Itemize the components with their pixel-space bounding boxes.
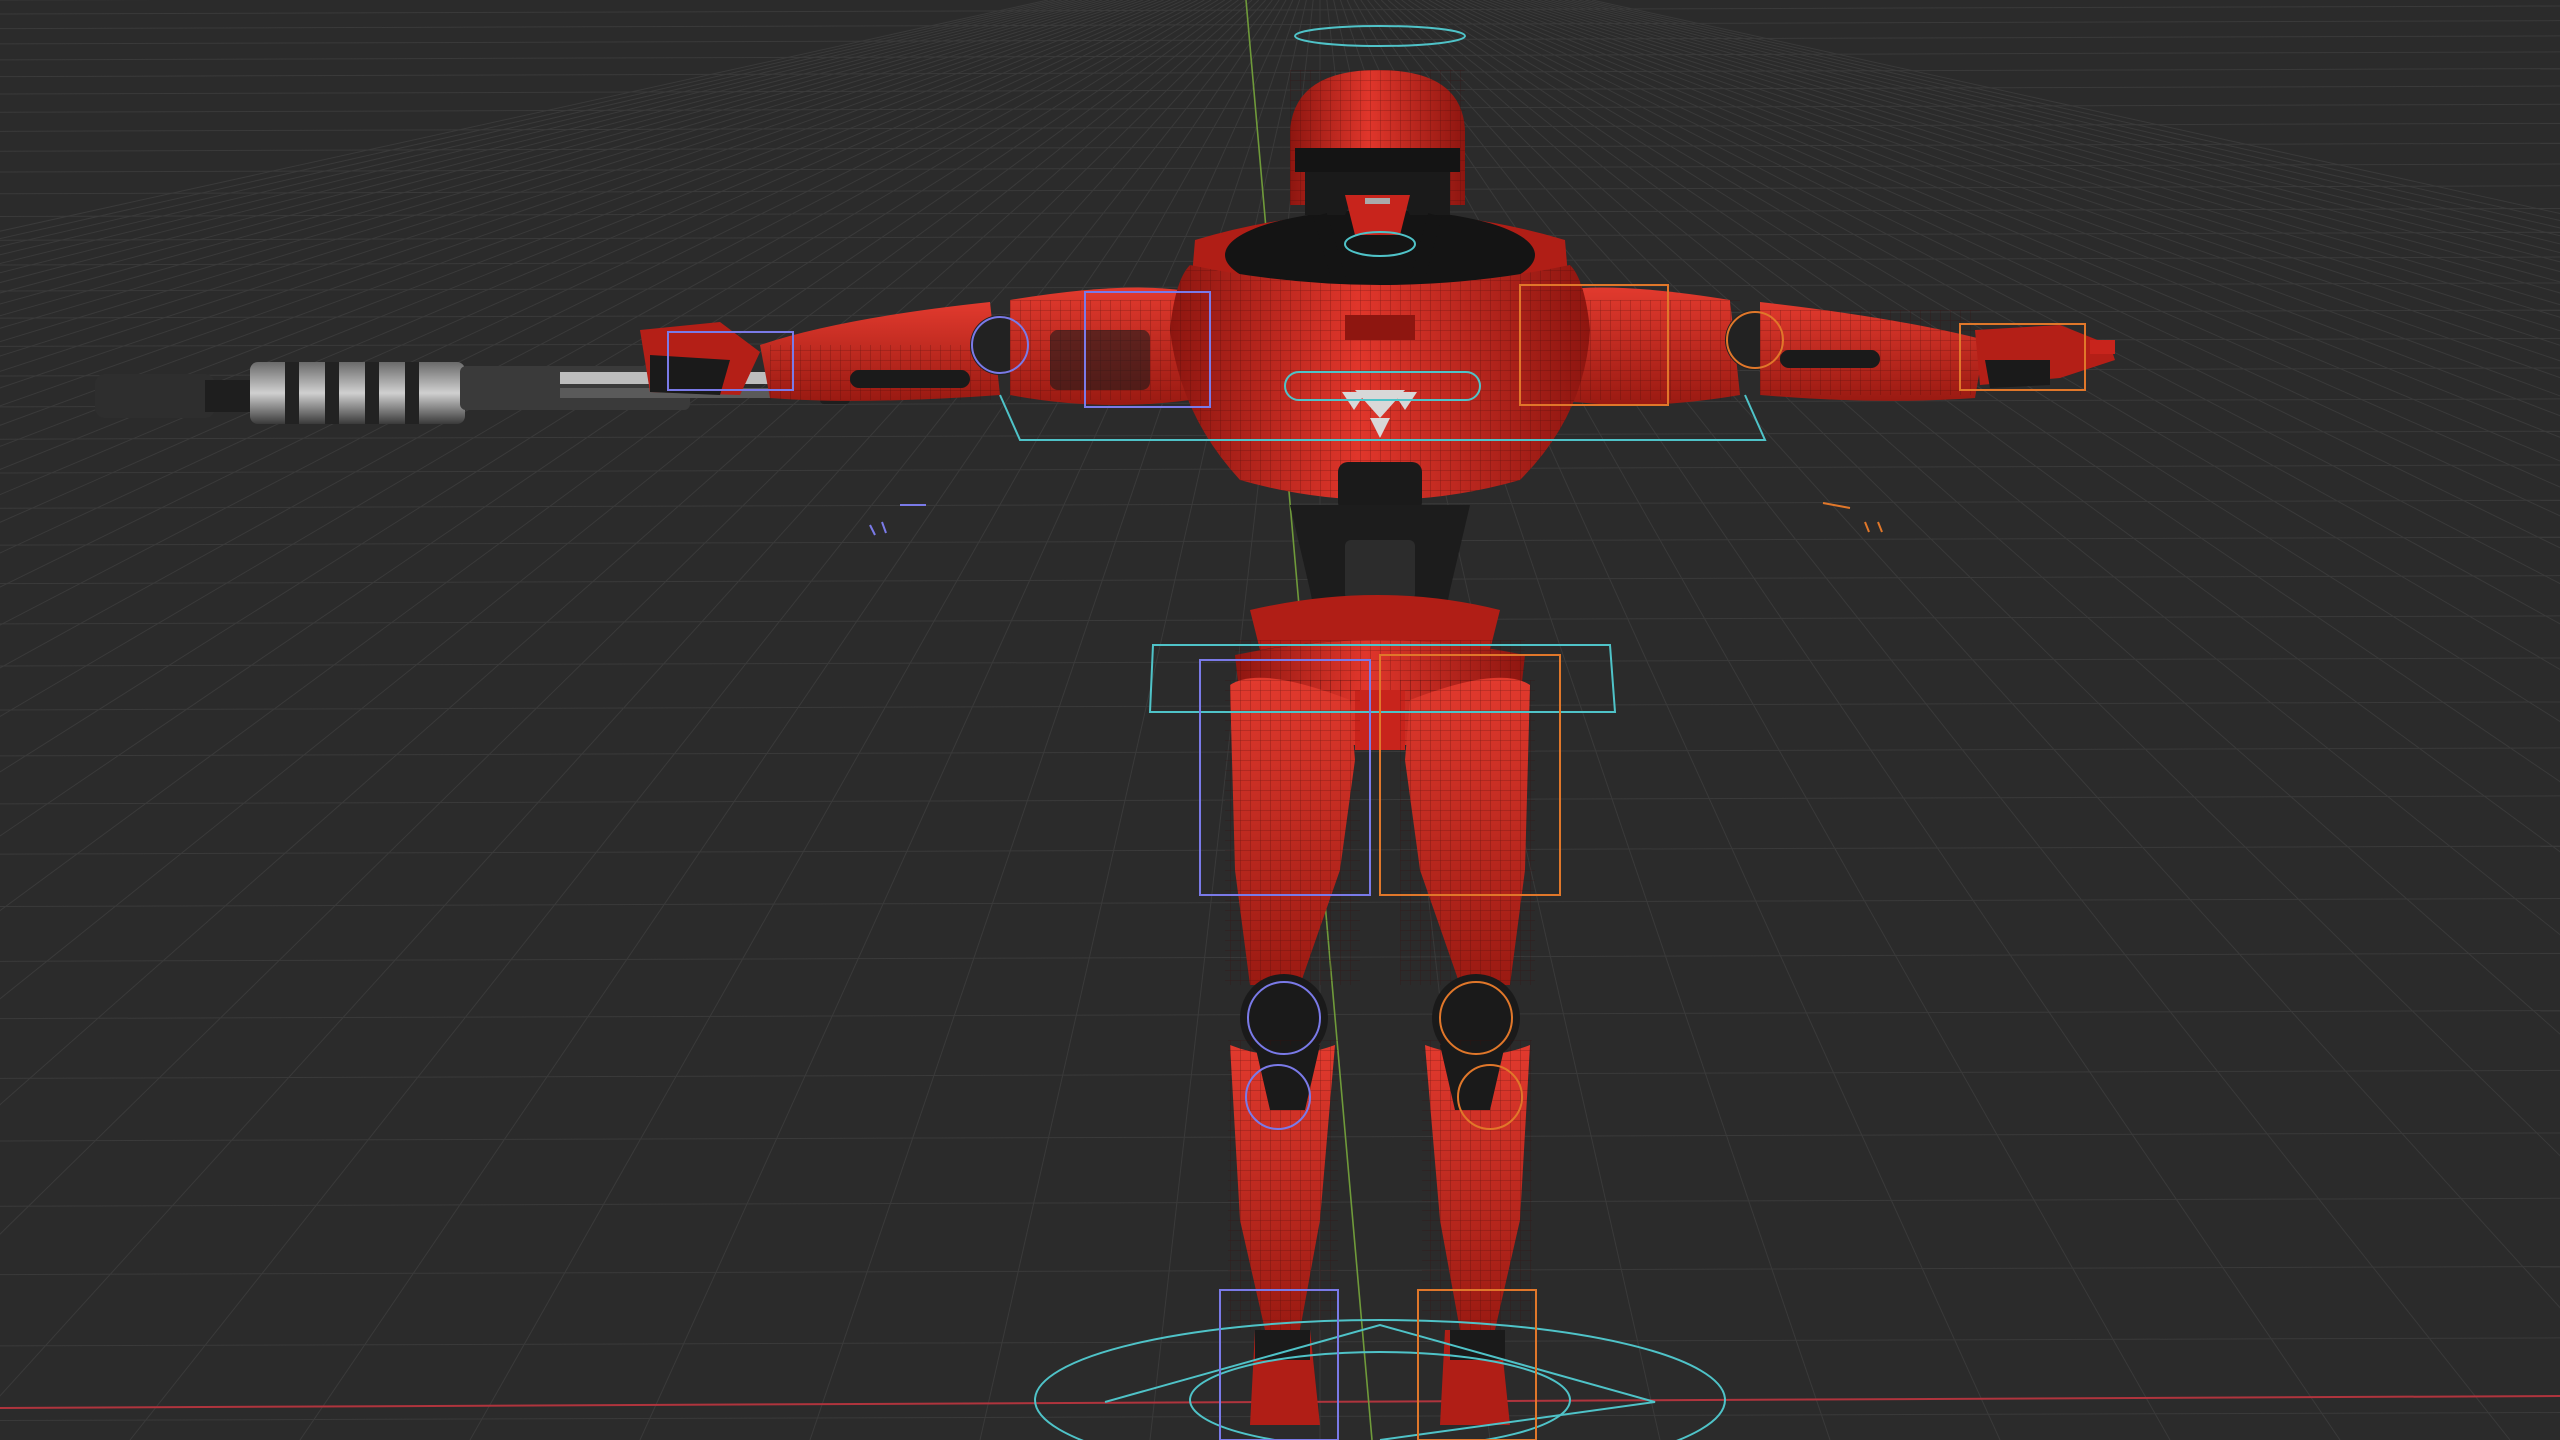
viewport-canvas[interactable] bbox=[0, 0, 2560, 1440]
3d-viewport[interactable] bbox=[0, 0, 2560, 1440]
